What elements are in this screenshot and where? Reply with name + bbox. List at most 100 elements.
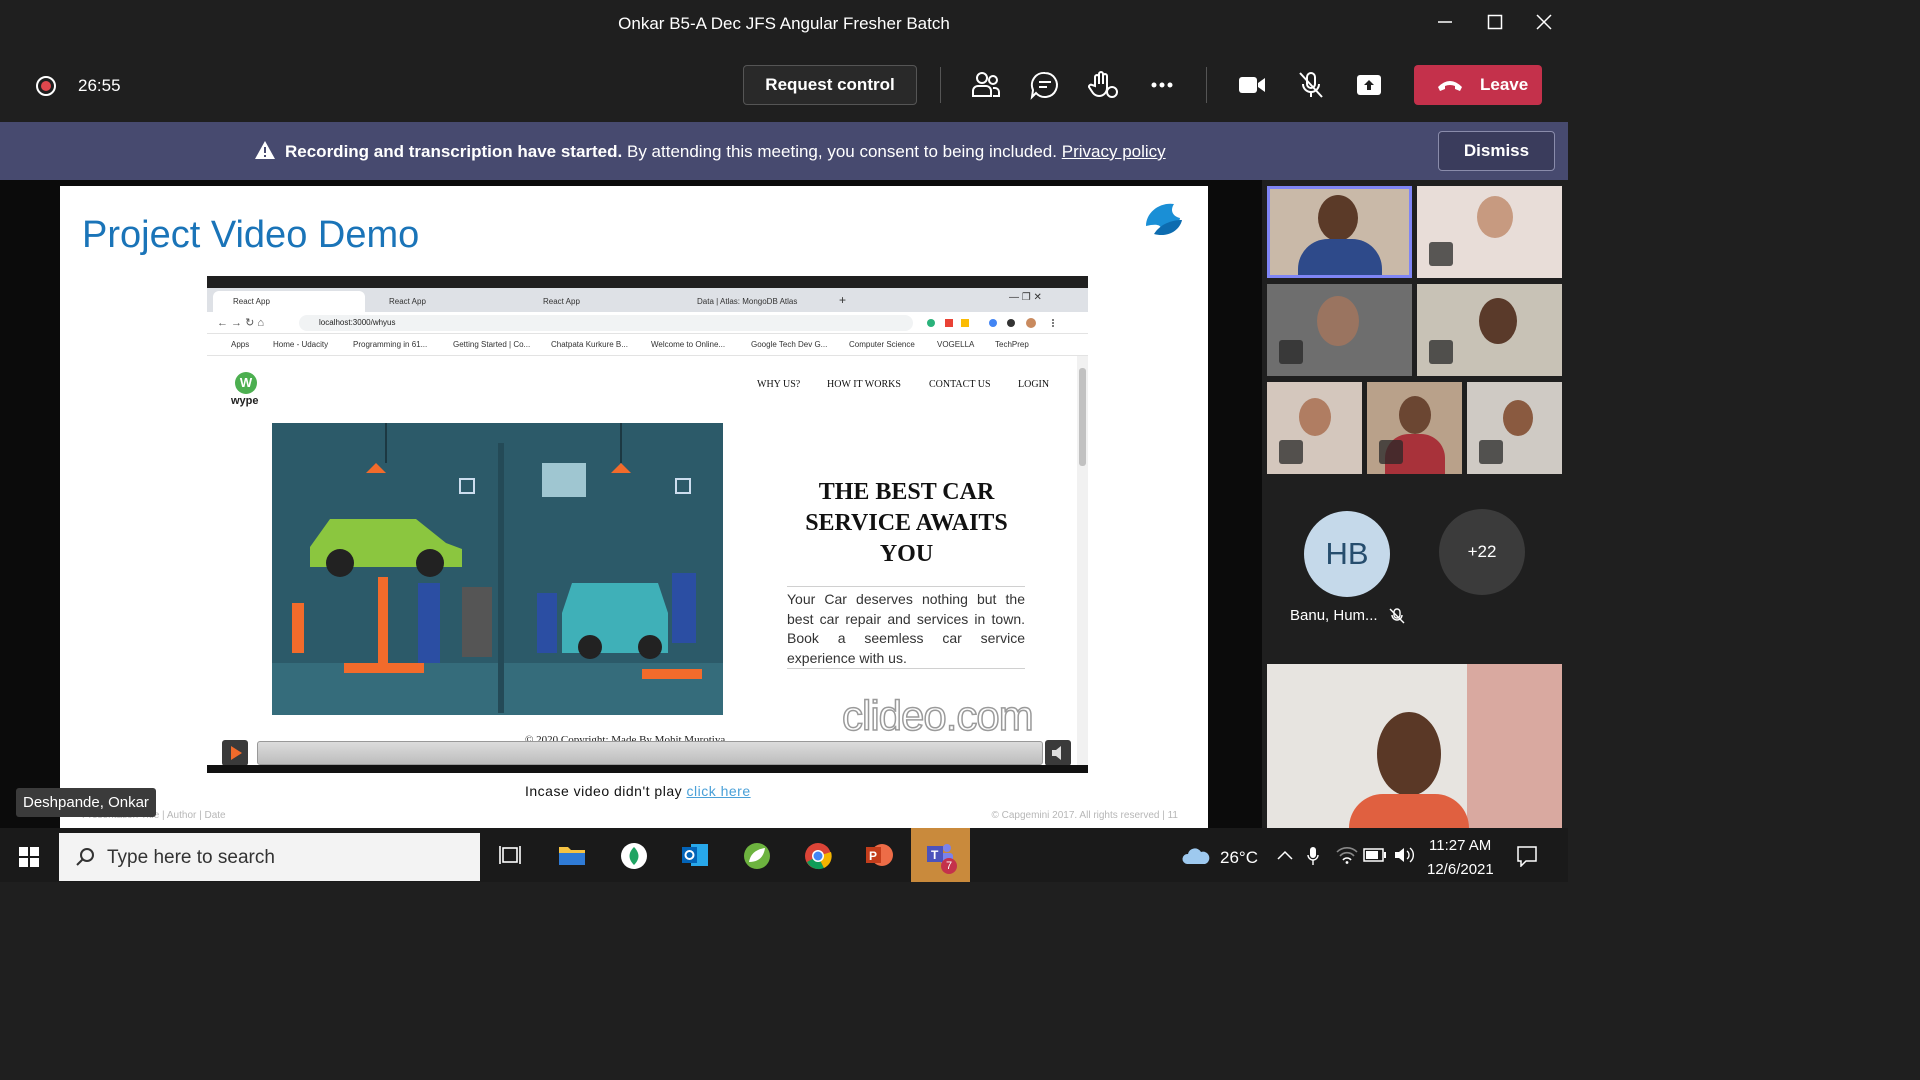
toolbar-divider — [940, 67, 941, 103]
chevron-up-icon[interactable] — [1277, 850, 1293, 860]
bookmark[interactable]: Programming in 61... — [353, 340, 427, 349]
teams-button[interactable]: T 7 — [911, 828, 970, 882]
new-tab-icon[interactable]: + — [839, 293, 846, 307]
video-fallback-text: Incase video didn't play click here — [525, 783, 751, 799]
participant-video-tile[interactable] — [1417, 284, 1562, 376]
site-nav-link[interactable]: CONTACT US — [929, 379, 991, 390]
microphone-muted-icon[interactable] — [1295, 70, 1327, 100]
folder-icon — [559, 847, 585, 865]
powerpoint-button[interactable]: P — [851, 828, 907, 882]
close-icon — [1536, 14, 1552, 30]
participant-muted-icon — [1479, 440, 1503, 464]
clock-time[interactable]: 11:27 AM — [1429, 837, 1491, 854]
bookmark[interactable]: TechPrep — [995, 340, 1029, 349]
bookmark[interactable]: Google Tech Dev G... — [751, 340, 827, 349]
bookmark[interactable]: VOGELLA — [937, 340, 974, 349]
participant-muted-icon — [1429, 242, 1453, 266]
participant-face — [1317, 296, 1359, 346]
start-button[interactable] — [0, 828, 58, 882]
more-participants-button[interactable]: +22 — [1439, 509, 1525, 595]
outlook-button[interactable] — [667, 828, 723, 882]
leaf-app-icon — [744, 843, 770, 869]
participant-face — [1299, 398, 1331, 436]
extensions-icon — [925, 316, 1075, 328]
nav-buttons-icon[interactable]: ← → ↻ ⌂ — [217, 316, 264, 329]
camera-icon[interactable] — [1236, 70, 1268, 100]
site-logo[interactable]: W — [235, 372, 257, 394]
browser-tab[interactable]: React App — [213, 291, 365, 312]
minimize-button[interactable] — [1430, 10, 1460, 38]
weather-icon[interactable] — [1181, 846, 1211, 866]
app-button[interactable] — [606, 828, 662, 882]
participant-video-tile[interactable] — [1267, 186, 1412, 278]
task-view-button[interactable] — [482, 828, 538, 882]
volume-icon — [1052, 746, 1061, 760]
task-view-icon — [499, 846, 521, 864]
participant-name: Banu, Hum... — [1290, 607, 1378, 624]
weather-temperature[interactable]: 26°C — [1220, 848, 1258, 868]
participant-video-tile[interactable] — [1417, 186, 1562, 278]
participant-avatar[interactable]: HB — [1304, 511, 1390, 597]
participant-face — [1377, 712, 1441, 796]
microphone-icon[interactable] — [1306, 846, 1320, 866]
participant-face — [1503, 400, 1533, 436]
participant-body — [1298, 239, 1382, 275]
notifications-icon[interactable] — [1516, 845, 1538, 867]
battery-icon[interactable] — [1363, 848, 1387, 862]
garage-illustration — [272, 423, 723, 715]
bookmark[interactable]: Apps — [231, 340, 249, 349]
hang-up-icon — [1438, 81, 1462, 91]
request-control-button[interactable]: Request control — [743, 65, 917, 105]
bookmark[interactable]: Chatpata Kurkure B... — [551, 340, 628, 349]
browser-tab[interactable]: React App — [523, 291, 673, 312]
warning-icon — [255, 141, 275, 159]
leave-button[interactable]: Leave — [1414, 65, 1542, 105]
incase-text: Incase video didn't play — [525, 783, 683, 799]
video-volume-button[interactable] — [1045, 740, 1071, 766]
participant-face — [1477, 196, 1513, 238]
bookmark[interactable]: Computer Science — [849, 340, 915, 349]
participant-video-tile[interactable] — [1267, 284, 1412, 376]
browser-tab[interactable]: Data | Atlas: MongoDB Atlas — [677, 291, 827, 312]
taskbar-search[interactable]: Type here to search — [59, 833, 480, 881]
network-icon[interactable] — [1336, 846, 1358, 864]
embedded-video[interactable]: React App React App React App Data | Atl… — [207, 276, 1088, 773]
url-field[interactable]: localhost:3000/whyus — [299, 315, 913, 331]
share-screen-icon[interactable] — [1353, 70, 1385, 100]
site-nav-link[interactable]: WHY US? — [757, 379, 800, 390]
chrome-button[interactable] — [790, 828, 846, 882]
minimize-icon — [1438, 21, 1452, 23]
windows-logo-icon — [19, 847, 39, 867]
powerpoint-icon: P — [866, 844, 893, 866]
raise-hand-reactions-icon[interactable] — [1087, 70, 1119, 100]
bookmark[interactable]: Welcome to Online... — [651, 340, 725, 349]
participant-video-tile[interactable] — [1267, 382, 1362, 474]
clock-date[interactable]: 12/6/2021 — [1427, 861, 1494, 878]
site-nav-link[interactable]: HOW IT WORKS — [827, 379, 901, 390]
file-explorer-button[interactable] — [544, 828, 600, 882]
video-play-button[interactable] — [222, 740, 248, 766]
participant-video-tile[interactable] — [1467, 382, 1562, 474]
browser-tab[interactable]: React App — [369, 291, 519, 312]
more-options-icon[interactable] — [1146, 70, 1178, 100]
participant-video-tile[interactable] — [1367, 382, 1462, 474]
bookmark[interactable]: Getting Started | Co... — [453, 340, 530, 349]
click-here-link[interactable]: click here — [687, 783, 751, 799]
video-seek-bar[interactable] — [257, 741, 1043, 765]
hero-divider — [787, 668, 1025, 669]
dismiss-button[interactable]: Dismiss — [1438, 131, 1555, 171]
people-icon[interactable] — [970, 70, 1002, 100]
privacy-policy-link[interactable]: Privacy policy — [1062, 142, 1166, 161]
site-scroll-thumb[interactable] — [1079, 368, 1086, 466]
site-nav-link[interactable]: LOGIN — [1018, 379, 1049, 390]
bookmark[interactable]: Home - Udacity — [273, 340, 328, 349]
search-placeholder: Type here to search — [107, 847, 275, 868]
self-video-tile[interactable] — [1267, 664, 1562, 828]
hero-divider — [787, 586, 1025, 587]
spring-tool-button[interactable] — [729, 828, 785, 882]
search-icon — [76, 848, 94, 866]
chat-icon[interactable] — [1029, 70, 1061, 100]
maximize-button[interactable] — [1480, 10, 1510, 38]
volume-icon[interactable] — [1393, 846, 1415, 864]
close-button[interactable] — [1529, 10, 1559, 38]
